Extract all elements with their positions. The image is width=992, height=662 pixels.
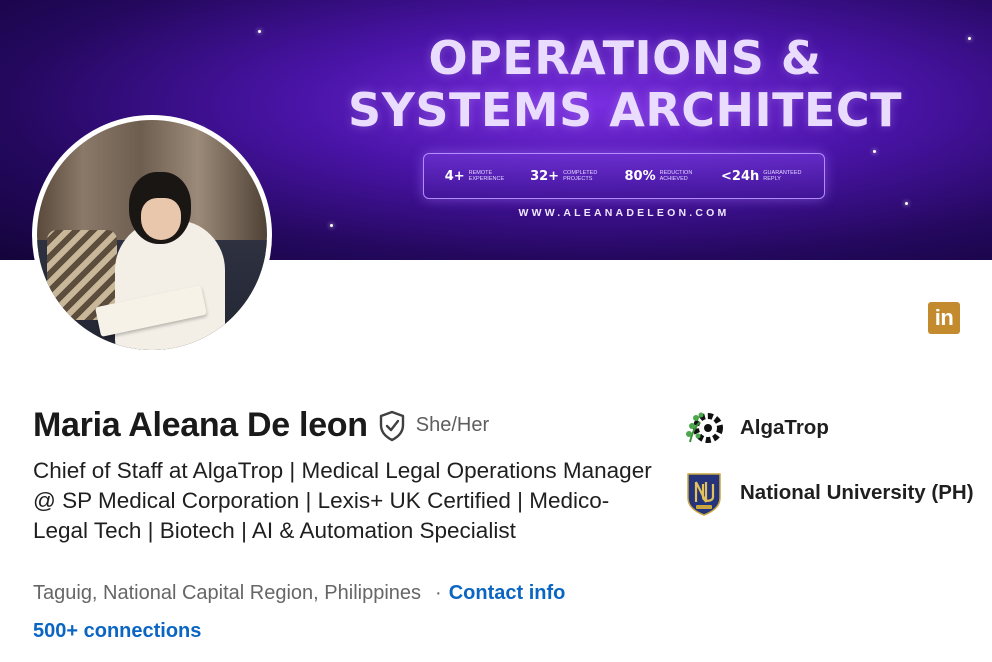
algatrop-logo-icon (684, 406, 724, 450)
profile-name: Maria Aleana De leon (33, 406, 368, 444)
banner-title-line-1: OPERATIONS & (428, 31, 822, 85)
stat-value: 32+ (530, 168, 560, 184)
linkedin-icon-label: in (934, 305, 954, 330)
national-university-logo-icon (684, 471, 724, 516)
stat-caption: Completed Projects (563, 170, 598, 182)
profile-photo-image (37, 120, 267, 350)
stat-caption: Guaranteed Reply (763, 170, 802, 182)
stat-caption: Reduction Achieved (659, 170, 693, 182)
org-national-university[interactable]: National University (PH) (684, 471, 974, 516)
stat-item: 4+ Remote Experience (445, 169, 509, 184)
contact-info-link[interactable]: Contact info (449, 582, 566, 605)
stat-item: 32+ Completed Projects (530, 169, 603, 184)
stat-value: <24h (721, 168, 760, 184)
location-text: Taguig, National Capital Region, Philipp… (33, 582, 422, 604)
location-row: Taguig, National Capital Region, Philipp… (33, 582, 565, 605)
separator-dot: · (435, 582, 442, 604)
linkedin-icon[interactable]: in (928, 302, 960, 334)
sparkle-icon (905, 202, 908, 205)
banner-title: OPERATIONS & SYSTEMS ARCHITECT (330, 32, 920, 136)
banner-url: WWW.ALEANADELEON.COM (518, 207, 730, 219)
sparkle-icon (968, 37, 971, 40)
pronouns: She/Her (415, 414, 490, 436)
profile-photo[interactable] (32, 115, 272, 355)
verified-shield-icon[interactable] (378, 410, 406, 442)
stat-item: <24h Guaranteed Reply (721, 169, 803, 184)
banner-stats: 4+ Remote Experience 32+ Completed Proje… (423, 153, 825, 199)
stat-item: 80% Reduction Achieved (624, 169, 699, 184)
sparkle-icon (330, 224, 333, 227)
org-algatrop[interactable]: AlgaTrop (684, 406, 829, 450)
stat-caption: Remote Experience (468, 170, 505, 182)
org-name: National University (PH) (740, 481, 974, 504)
profile-headline: Chief of Staff at AlgaTrop | Medical Leg… (33, 458, 652, 543)
connections-link[interactable]: 500+ connections (33, 620, 201, 643)
photo-face (141, 198, 181, 240)
stat-value: 4+ (444, 168, 465, 184)
stat-value: 80% (624, 168, 656, 184)
banner-title-line-2: SYSTEMS ARCHITECT (347, 83, 903, 137)
sparkle-icon (873, 150, 876, 153)
name-row: Maria Aleana De leon She/Her (33, 406, 489, 445)
sparkle-icon (258, 30, 261, 33)
org-name: AlgaTrop (740, 416, 829, 439)
